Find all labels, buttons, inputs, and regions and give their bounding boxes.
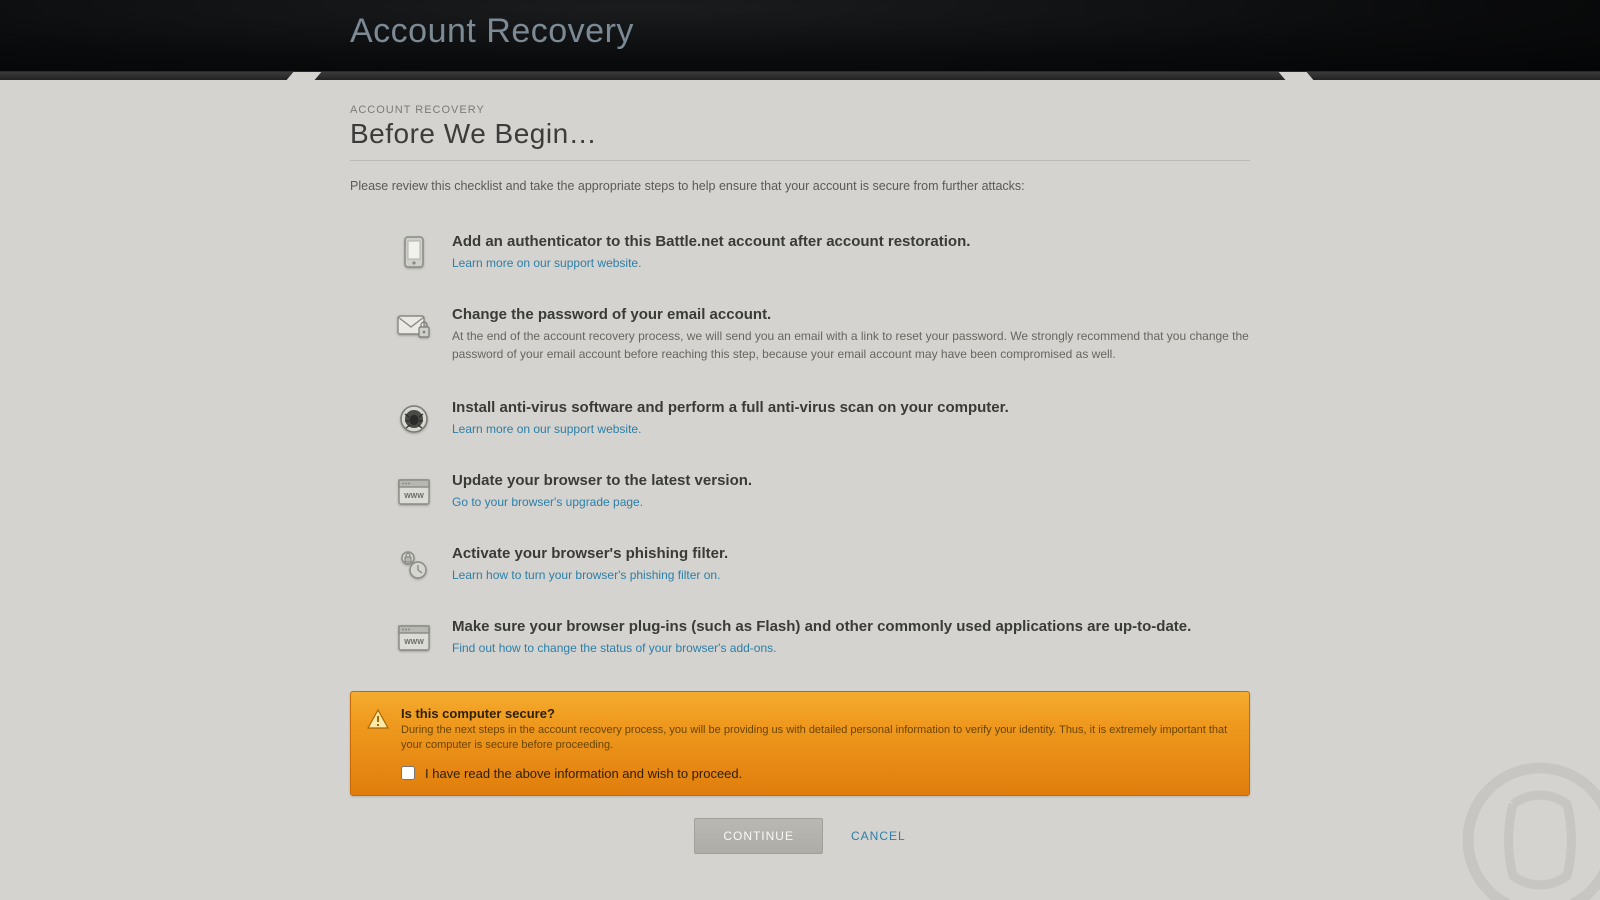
warning-icon [367,708,389,730]
checklist-item-plugins: WWW Make sure your browser plug-ins (suc… [350,618,1250,657]
checklist-title: Add an authenticator to this Battle.net … [452,233,1250,250]
browser-icon: WWW [396,474,432,510]
warning-body: During the next steps in the account rec… [401,723,1231,754]
checklist-link[interactable]: Learn how to turn your browser's phishin… [452,568,720,582]
continue-button[interactable]: CONTINUE [694,818,823,854]
checklist-title: Activate your browser's phishing filter. [452,545,1250,562]
banner-title: Account Recovery [350,12,1250,51]
checklist-link[interactable]: Learn more on our support website. [452,422,641,436]
checklist-title: Make sure your browser plug-ins (such as… [452,618,1250,635]
checklist-title: Update your browser to the latest versio… [452,472,1250,489]
breadcrumb: ACCOUNT RECOVERY [350,104,1250,116]
authenticator-icon [396,235,432,271]
checklist-item-antivirus: Install anti-virus software and perform … [350,399,1250,438]
checklist-item-phishing-filter: Activate your browser's phishing filter.… [350,545,1250,584]
checklist-desc: At the end of the account recovery proce… [452,327,1250,363]
checklist-title: Change the password of your email accoun… [452,306,1250,323]
watermark-icon [1450,750,1600,900]
email-lock-icon [396,308,432,344]
security-checklist: Add an authenticator to this Battle.net … [350,233,1250,657]
phishing-icon [396,547,432,583]
checklist-item-authenticator: Add an authenticator to this Battle.net … [350,233,1250,272]
top-banner: Account Recovery [0,0,1600,72]
confirm-read-label[interactable]: I have read the above information and wi… [401,766,1231,781]
checklist-item-email-password: Change the password of your email accoun… [350,306,1250,365]
antivirus-icon [396,401,432,437]
warning-box: Is this computer secure? During the next… [350,691,1250,796]
checklist-link[interactable]: Find out how to change the status of you… [452,641,776,655]
intro-text: Please review this checklist and take th… [350,179,1250,193]
checklist-item-browser-update: WWW Update your browser to the latest ve… [350,472,1250,511]
checklist-link[interactable]: Go to your browser's upgrade page. [452,495,643,509]
page-content: ACCOUNT RECOVERY Before We Begin… Please… [350,80,1250,894]
cancel-button[interactable]: CANCEL [851,829,906,843]
page-heading: Before We Begin… [350,118,1250,161]
confirm-read-text: I have read the above information and wi… [425,766,742,781]
confirm-read-checkbox[interactable] [401,766,415,780]
checklist-link[interactable]: Learn more on our support website. [452,256,641,270]
svg-text:WWW: WWW [404,639,424,646]
banner-edge-strip [0,72,1600,80]
svg-text:WWW: WWW [404,493,424,500]
browser-icon: WWW [396,620,432,656]
action-row: CONTINUE CANCEL [350,818,1250,854]
checklist-title: Install anti-virus software and perform … [452,399,1250,416]
warning-heading: Is this computer secure? [401,706,1231,721]
